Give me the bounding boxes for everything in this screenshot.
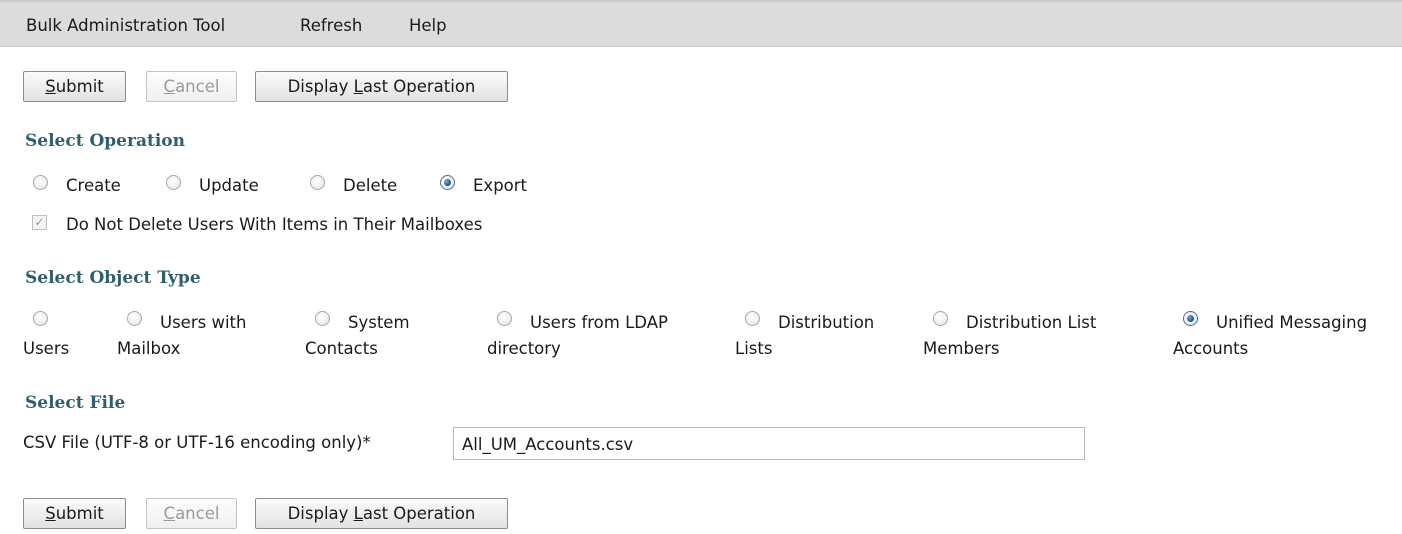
radio-distribution-lists-label-line2: Lists (735, 339, 773, 358)
submit-button-top[interactable]: Submit (23, 71, 126, 102)
menu-refresh[interactable]: Refresh (300, 16, 362, 35)
radio-unified-messaging-accounts-label-line1: Unified Messaging (1216, 313, 1368, 332)
cancel-button-bottom[interactable]: Cancel (146, 498, 237, 529)
submit-label-post: ubmit (55, 504, 104, 523)
submit-label-accesskey: S (45, 77, 56, 96)
display-last-label-accesskey: L (353, 77, 363, 96)
cancel-label-post: ancel (175, 77, 220, 96)
radio-delete[interactable] (310, 175, 325, 190)
radio-distribution-list-members[interactable] (933, 311, 948, 326)
radio-distribution-lists-label-line1: Distribution (778, 313, 875, 332)
radio-system-contacts[interactable] (315, 311, 330, 326)
menu-bar: Bulk Administration Tool Refresh Help (0, 0, 1402, 47)
radio-users-from-ldap[interactable] (497, 311, 512, 326)
csv-file-input[interactable]: All_UM_Accounts.csv (453, 427, 1085, 460)
radio-users-from-ldap-label-line1: Users from LDAP (530, 313, 668, 332)
csv-file-label: CSV File (UTF-8 or UTF-16 encoding only)… (23, 433, 371, 452)
radio-users-with-mailbox-label-line1: Users with (160, 313, 247, 332)
radio-distribution-lists[interactable] (745, 311, 760, 326)
select-file-title: Select File (25, 393, 126, 413)
do-not-delete-label: Do Not Delete Users With Items in Their … (66, 215, 483, 234)
radio-create[interactable] (33, 175, 48, 190)
submit-label-post: ubmit (55, 77, 104, 96)
display-last-operation-button-bottom[interactable]: Display Last Operation (255, 498, 508, 529)
cancel-label-accesskey: C (163, 77, 176, 96)
radio-users-from-ldap-label-line2: directory (487, 339, 561, 358)
radio-users[interactable] (33, 311, 48, 326)
display-last-label-accesskey: L (353, 504, 363, 523)
submit-label-accesskey: S (45, 504, 56, 523)
radio-system-contacts-label-line2: Contacts (305, 339, 378, 358)
cancel-button-top[interactable]: Cancel (146, 71, 237, 102)
radio-unified-messaging-accounts-label-line2: Accounts (1173, 339, 1249, 358)
radio-update-label: Update (199, 176, 259, 195)
display-last-label-post: ast Operation (362, 504, 476, 523)
radio-users-with-mailbox-label-line2: Mailbox (117, 339, 181, 358)
radio-update[interactable] (166, 175, 181, 190)
radio-export-label: Export (473, 176, 528, 195)
display-last-label-pre: Display (287, 77, 354, 96)
display-last-operation-button-top[interactable]: Display Last Operation (255, 71, 508, 102)
radio-create-label: Create (66, 176, 121, 195)
menu-bulk-administration-tool[interactable]: Bulk Administration Tool (26, 16, 225, 35)
menu-help[interactable]: Help (409, 16, 447, 35)
display-last-label-post: ast Operation (362, 77, 476, 96)
select-operation-title: Select Operation (25, 131, 185, 151)
display-last-label-pre: Display (287, 504, 354, 523)
cancel-label-accesskey: C (163, 504, 176, 523)
radio-delete-label: Delete (343, 176, 398, 195)
radio-export[interactable] (440, 175, 455, 190)
cancel-label-post: ancel (175, 504, 220, 523)
radio-unified-messaging-accounts[interactable] (1183, 311, 1198, 326)
radio-distribution-list-members-label-line1: Distribution List (966, 313, 1097, 332)
submit-button-bottom[interactable]: Submit (23, 498, 126, 529)
do-not-delete-checkbox[interactable]: ✓ (32, 215, 47, 230)
radio-distribution-list-members-label-line2: Members (923, 339, 1000, 358)
radio-users-label: Users (23, 339, 70, 358)
radio-users-with-mailbox[interactable] (127, 311, 142, 326)
radio-system-contacts-label-line1: System (348, 313, 410, 332)
select-object-type-title: Select Object Type (25, 268, 201, 288)
